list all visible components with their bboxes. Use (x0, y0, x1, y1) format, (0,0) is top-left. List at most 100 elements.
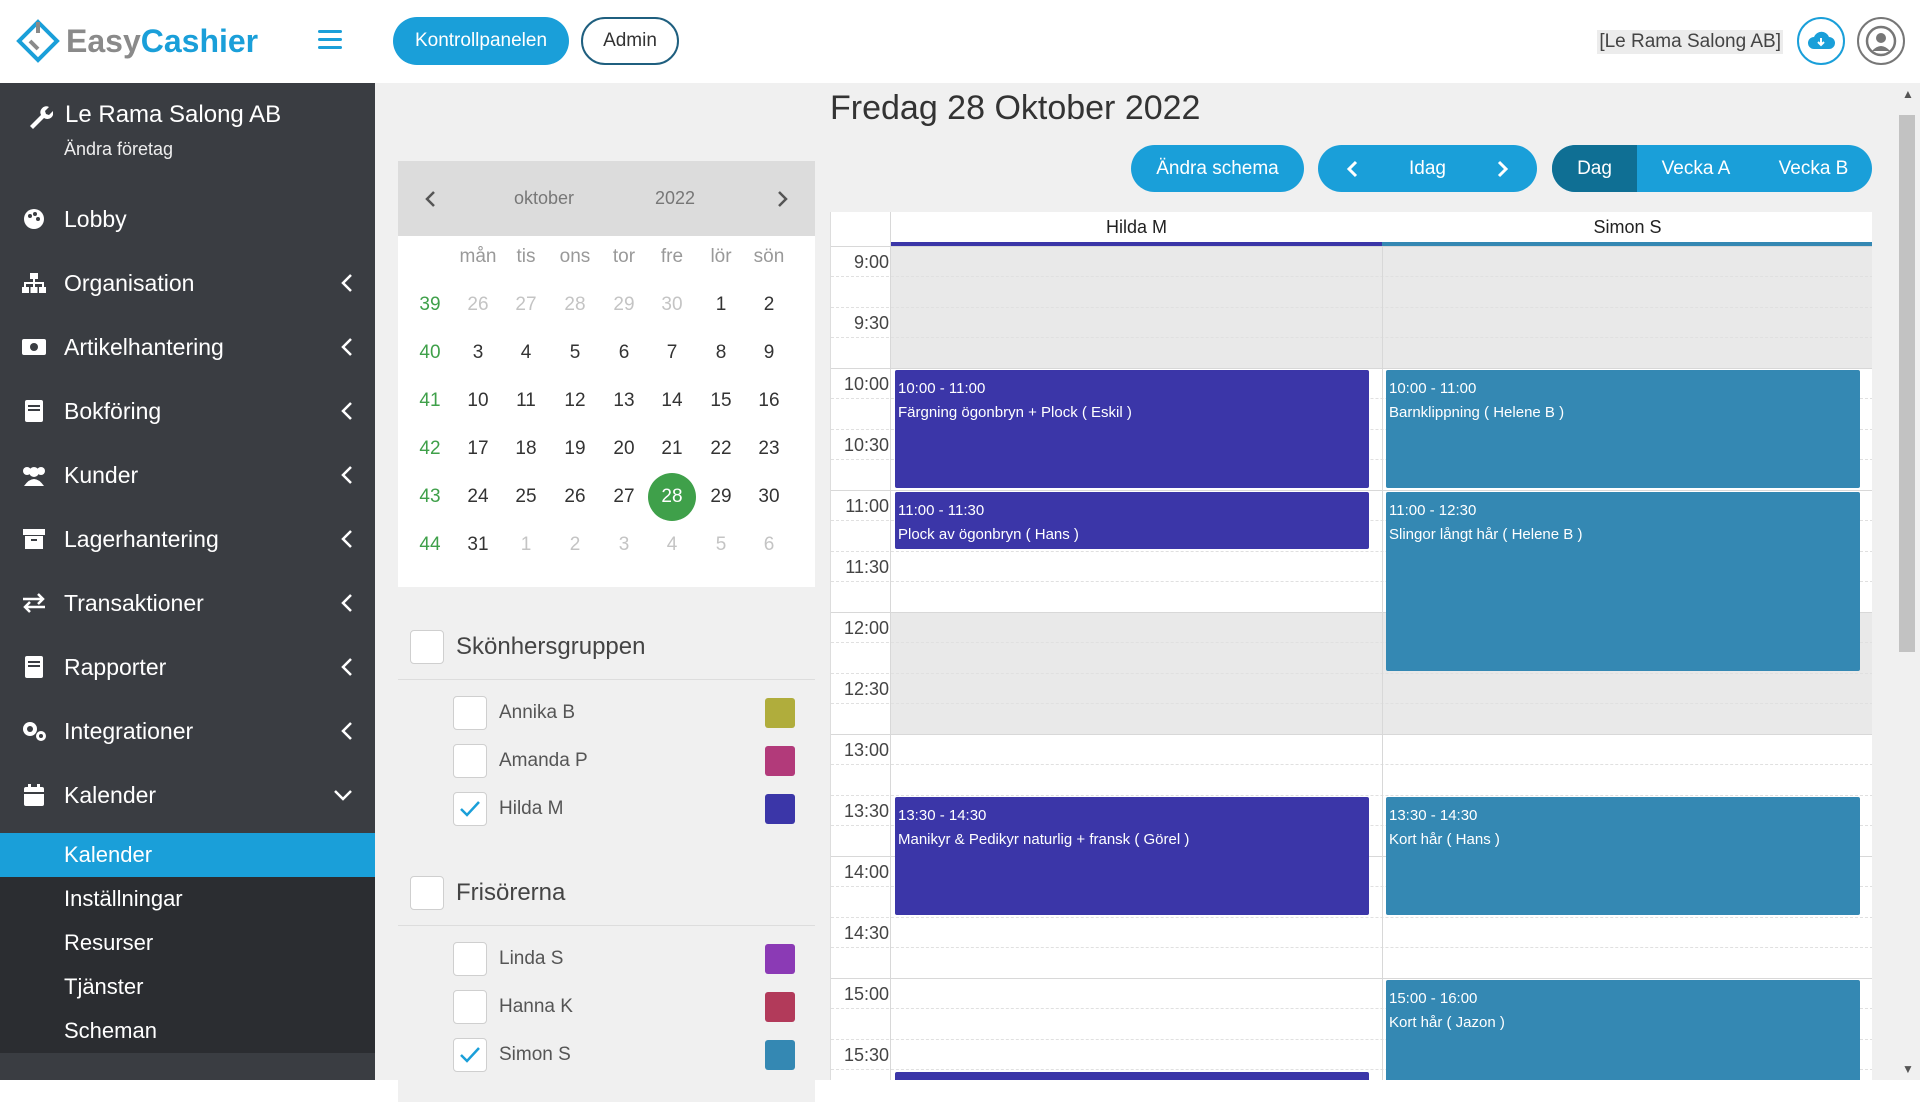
calendar-day[interactable]: 2 (555, 525, 595, 565)
sidebar-item-lobby[interactable]: Lobby (0, 187, 375, 251)
sidebar-item-bokforing[interactable]: Bokföring (0, 379, 375, 443)
change-company-link[interactable]: Ändra företag (64, 139, 281, 160)
user-account-icon[interactable] (1857, 17, 1905, 65)
resource-checkbox[interactable] (453, 990, 487, 1024)
week-number[interactable]: 42 (410, 429, 450, 469)
calendar-day[interactable]: 27 (506, 285, 546, 325)
calendar-day[interactable]: 13 (604, 381, 644, 421)
resource-item[interactable]: Simon S (453, 1038, 815, 1072)
view-dag-button[interactable]: Dag (1552, 145, 1637, 192)
booking-event[interactable]: 11:00 - 11:30 Plock av ögonbryn ( Hans ) (895, 492, 1369, 549)
calendar-day[interactable]: 14 (652, 381, 692, 421)
calendar-day[interactable]: 1 (701, 285, 741, 325)
admin-button[interactable]: Admin (581, 17, 679, 65)
calendar-day[interactable]: 6 (604, 333, 644, 373)
page-scrollbar[interactable]: ▲ ▼ (1894, 83, 1920, 1080)
calendar-day[interactable]: 30 (749, 477, 789, 517)
mini-calendar-year[interactable]: 2022 (655, 188, 695, 209)
booking-event[interactable]: 13:30 - 14:30 Manikyr & Pedikyr naturlig … (895, 797, 1369, 915)
sidebar-item-organisation[interactable]: Organisation (0, 251, 375, 315)
resource-checkbox[interactable] (453, 942, 487, 976)
calendar-day[interactable]: 19 (555, 429, 595, 469)
resource-item[interactable]: Amanda P (453, 744, 815, 778)
kontrollpanelen-button[interactable]: Kontrollpanelen (393, 17, 569, 65)
sidebar-item-kalender[interactable]: Kalender (0, 763, 375, 827)
resource-item[interactable]: Annika B (453, 696, 815, 730)
sidebar-subitem-kalender[interactable]: Kalender (0, 833, 375, 877)
calendar-day[interactable]: 31 (458, 525, 498, 565)
view-vecka-a-button[interactable]: Vecka A (1637, 145, 1755, 192)
calendar-day[interactable]: 18 (506, 429, 546, 469)
mini-calendar-month[interactable]: oktober (514, 188, 574, 209)
calendar-day[interactable]: 26 (555, 477, 595, 517)
sidebar-item-kunder[interactable]: Kunder (0, 443, 375, 507)
calendar-day[interactable]: 10 (458, 381, 498, 421)
calendar-day[interactable]: 15 (701, 381, 741, 421)
scroll-thumb[interactable] (1899, 115, 1915, 652)
resource-checkbox[interactable] (453, 744, 487, 778)
calendar-day[interactable]: 17 (458, 429, 498, 469)
scroll-down-icon[interactable]: ▼ (1902, 1062, 1914, 1076)
company-switcher[interactable]: Le Rama Salong AB Ändra företag (27, 101, 281, 160)
calendar-day[interactable]: 3 (604, 525, 644, 565)
group-checkbox[interactable] (410, 630, 444, 664)
sidebar-subitem-installningar[interactable]: Inställningar (0, 877, 375, 921)
calendar-day[interactable]: 5 (701, 525, 741, 565)
booking-event[interactable]: 10:00 - 11:00 Färgning ögonbryn + Plock (… (895, 370, 1369, 488)
resource-item[interactable]: Linda S (453, 942, 815, 976)
week-number[interactable]: 41 (410, 381, 450, 421)
calendar-day[interactable]: 22 (701, 429, 741, 469)
calendar-day[interactable]: 27 (604, 477, 644, 517)
calendar-day[interactable]: 9 (749, 333, 789, 373)
sidebar-subitem-resurser[interactable]: Resurser (0, 921, 375, 965)
calendar-day[interactable]: 2 (749, 285, 789, 325)
calendar-day[interactable]: 21 (652, 429, 692, 469)
menu-toggle-icon[interactable] (318, 30, 342, 50)
calendar-day[interactable]: 29 (604, 285, 644, 325)
resource-checkbox[interactable] (453, 792, 487, 826)
booking-event[interactable]: 13:30 - 14:30 Kort hår ( Hans ) (1386, 797, 1860, 915)
cloud-download-icon[interactable] (1797, 17, 1845, 65)
calendar-day[interactable]: 6 (749, 525, 789, 565)
calendar-day[interactable]: 11 (506, 381, 546, 421)
calendar-day[interactable]: 23 (749, 429, 789, 469)
calendar-day[interactable]: 20 (604, 429, 644, 469)
calendar-day[interactable]: 3 (458, 333, 498, 373)
calendar-day[interactable]: 5 (555, 333, 595, 373)
scroll-up-icon[interactable]: ▲ (1902, 87, 1914, 101)
sidebar-item-integrationer[interactable]: Integrationer (0, 699, 375, 763)
sidebar-item-lagerhantering[interactable]: Lagerhantering (0, 507, 375, 571)
sidebar-item-artikelhantering[interactable]: Artikelhantering (0, 315, 375, 379)
logo[interactable]: EasyCashier (16, 18, 258, 64)
view-vecka-b-button[interactable]: Vecka B (1755, 145, 1872, 192)
calendar-day[interactable]: 4 (506, 333, 546, 373)
calendar-day[interactable]: 4 (652, 525, 692, 565)
resource-checkbox[interactable] (453, 1038, 487, 1072)
calendar-day[interactable]: 30 (652, 285, 692, 325)
sidebar-subitem-tjanster[interactable]: Tjänster (0, 965, 375, 1009)
week-number[interactable]: 43 (410, 477, 450, 517)
group-header[interactable]: Frisörerna (410, 876, 565, 910)
calendar-day[interactable]: 24 (458, 477, 498, 517)
booking-event[interactable]: 15:00 - 16:00 Kort hår ( Jazon ) (1386, 980, 1860, 1080)
calendar-day[interactable]: 28 (555, 285, 595, 325)
sidebar-item-transaktioner[interactable]: Transaktioner (0, 571, 375, 635)
next-day-icon[interactable] (1497, 159, 1509, 179)
group-header[interactable]: Skönhersgruppen (410, 630, 645, 664)
calendar-day[interactable]: 8 (701, 333, 741, 373)
resource-item[interactable]: Hilda M (453, 792, 815, 826)
booking-event[interactable]: 15:45 - 16:15 (895, 1071, 1369, 1080)
calendar-day[interactable]: 1 (506, 525, 546, 565)
change-schedule-button[interactable]: Ändra schema (1131, 145, 1304, 192)
next-month-icon[interactable] (777, 189, 789, 209)
calendar-day[interactable]: 12 (555, 381, 595, 421)
week-number[interactable]: 40 (410, 333, 450, 373)
week-number[interactable]: 39 (410, 285, 450, 325)
prev-day-icon[interactable] (1346, 159, 1358, 179)
calendar-day[interactable]: 16 (749, 381, 789, 421)
week-number[interactable]: 44 (410, 525, 450, 565)
selected-day[interactable]: 28 (648, 473, 696, 521)
resource-item[interactable]: Hanna K (453, 990, 815, 1024)
prev-month-icon[interactable] (424, 189, 436, 209)
booking-event[interactable]: 11:00 - 12:30 Slingor långt hår ( Helene … (1386, 492, 1860, 671)
